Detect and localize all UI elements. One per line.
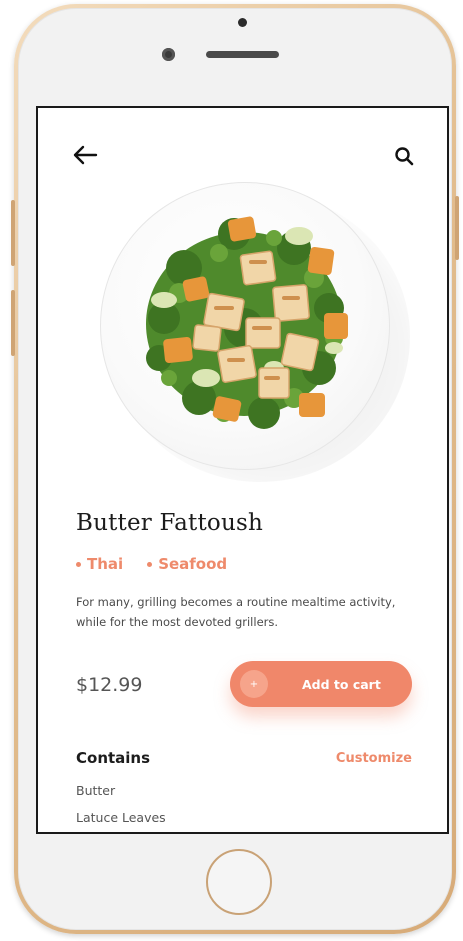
volume-up-button [11,200,15,266]
add-to-cart-button[interactable]: + Add to cart [230,661,412,707]
product-price: $12.99 [76,674,143,696]
salad-illustration [146,216,348,429]
ingredient-item: Butter [76,783,116,798]
app-screen: Butter Fattoush Thai Seafood For many, g… [38,108,447,832]
arrow-left-icon[interactable] [72,144,98,166]
earpiece-speaker [206,51,279,58]
ingredient-item: Latuce Leaves [76,810,166,825]
bullet-dot-icon [147,561,153,567]
plus-icon: + [240,670,268,698]
customize-link[interactable]: Customize [336,751,412,766]
volume-down-button [11,290,15,356]
bullet-dot-icon [76,561,81,567]
tag-seafood: Seafood [147,555,227,573]
proximity-sensor [238,18,247,27]
tag-thai: Thai [76,555,123,573]
tag-label: Thai [87,555,124,573]
tag-list: Thai Seafood [76,555,227,573]
search-icon[interactable] [394,146,414,166]
front-camera [162,48,175,61]
add-to-cart-label: Add to cart [302,676,381,692]
tag-label: Seafood [158,555,228,573]
home-button[interactable] [206,849,272,915]
contains-heading: Contains [76,749,151,767]
product-title: Butter Fattoush [76,510,263,536]
power-button [455,196,459,260]
product-description: For many, grilling becomes a routine mea… [76,595,396,629]
